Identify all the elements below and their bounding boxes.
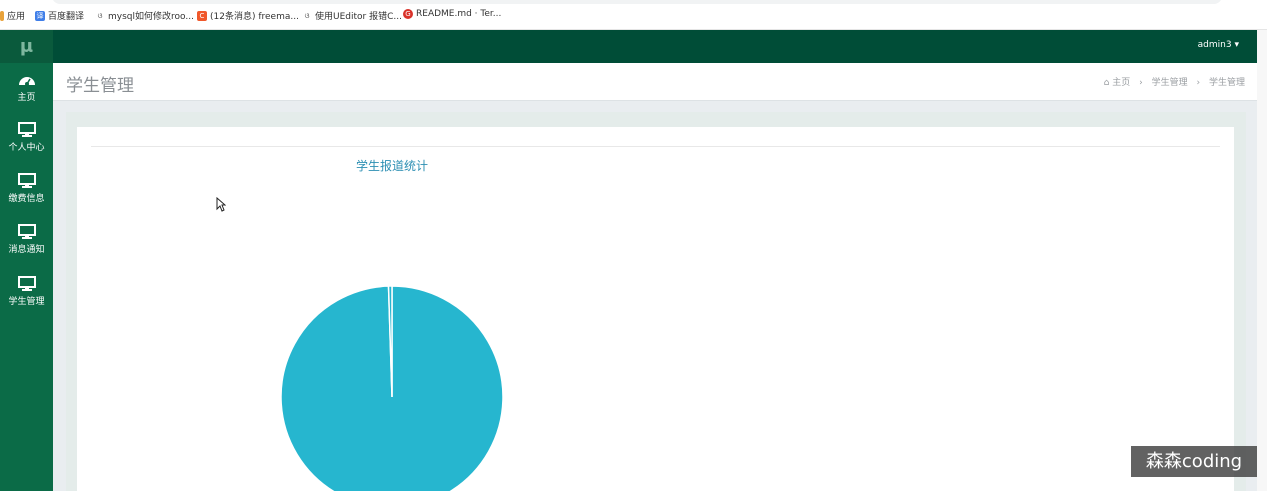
top-navbar: admin3 ▾ xyxy=(53,30,1267,63)
bookmark-label: (12条消息) freema... xyxy=(210,12,299,22)
csdn-icon: C xyxy=(197,10,207,21)
sidebar-item-home[interactable]: 主页 xyxy=(0,72,53,103)
breadcrumb-separator: › xyxy=(1196,78,1201,88)
bookmark-label: 应用 xyxy=(7,12,26,22)
sidebar-item-notifications[interactable]: 消息通知 xyxy=(0,224,53,255)
monitor-icon xyxy=(17,224,36,239)
home-icon: ⌂ xyxy=(1103,78,1110,88)
bookmark-label: README.md · Ter... xyxy=(416,9,502,19)
bookmarks-bar: 应用 译 百度翻译 ଓ mysql如何修改roo... C (12条消息) fr… xyxy=(0,0,1267,30)
breadcrumb-level2: 学生管理 xyxy=(1208,78,1245,88)
bookmark-baidu-translate[interactable]: 译 百度翻译 xyxy=(35,9,84,22)
breadcrumb-home[interactable]: 主页 xyxy=(1112,78,1130,88)
translate-icon: 译 xyxy=(35,10,45,21)
breadcrumb: ⌂ 主页 › 学生管理 › 学生管理 xyxy=(1104,75,1245,88)
bookmark-label: mysql如何修改roo... xyxy=(108,12,194,22)
bookmark-label: 百度翻译 xyxy=(48,12,85,22)
chart-title: 学生报道统计 xyxy=(356,159,429,173)
monitor-icon xyxy=(17,122,36,137)
watermark: 森森coding xyxy=(1131,446,1257,477)
breadcrumb-level1[interactable]: 学生管理 xyxy=(1152,78,1188,88)
scrollbar[interactable] xyxy=(1257,30,1267,491)
sidebar-item-student-management[interactable]: 学生管理 xyxy=(0,276,53,307)
bookmark-page-icon: ଓ xyxy=(304,11,310,20)
sidebar-item-label: 个人中心 xyxy=(8,143,45,153)
gitee-icon: G xyxy=(403,9,413,19)
bookmark-ueditor[interactable]: ଓ 使用UEditor 报错C... xyxy=(302,9,402,23)
user-menu[interactable]: admin3 ▾ xyxy=(1198,40,1239,50)
apps-icon xyxy=(0,10,4,21)
sidebar-item-label: 消息通知 xyxy=(8,245,45,255)
page-title: 学生管理 xyxy=(66,76,134,96)
bookmark-page-icon: ଓ xyxy=(97,11,103,20)
bookmark-label: 使用UEditor 报错C... xyxy=(315,12,402,22)
dashboard-icon xyxy=(18,77,35,86)
address-bar-edge xyxy=(52,0,1222,4)
bookmark-readme[interactable]: G README.md · Ter... xyxy=(403,9,501,19)
sidebar-item-payment-info[interactable]: 缴费信息 xyxy=(0,173,53,204)
sidebar: μ 主页 个人中心 缴费信息 消息通知 学生管理 xyxy=(0,30,53,491)
monitor-icon xyxy=(17,173,36,188)
divider xyxy=(91,146,1220,147)
pie-chart xyxy=(280,285,504,491)
chevron-down-icon: ▾ xyxy=(1234,40,1239,50)
bookmark-mysql[interactable]: ଓ mysql如何修改roo... xyxy=(95,9,194,23)
bookmark-csdn[interactable]: C (12条消息) freema... xyxy=(197,9,299,22)
chart-card: 学生报道统计 xyxy=(77,127,1234,491)
breadcrumb-separator: › xyxy=(1139,78,1143,88)
sidebar-item-label: 缴费信息 xyxy=(8,194,45,204)
sidebar-item-label: 学生管理 xyxy=(8,297,45,307)
mouse-cursor-icon xyxy=(216,196,227,216)
bookmark-apps[interactable]: 应用 xyxy=(0,9,25,22)
logo[interactable]: μ xyxy=(0,30,53,63)
sidebar-item-label: 主页 xyxy=(17,93,36,103)
monitor-icon xyxy=(17,276,36,291)
username: admin3 xyxy=(1197,40,1232,50)
content-header: 学生管理 ⌂ 主页 › 学生管理 › 学生管理 xyxy=(53,63,1267,101)
sidebar-item-personal-center[interactable]: 个人中心 xyxy=(0,122,53,153)
